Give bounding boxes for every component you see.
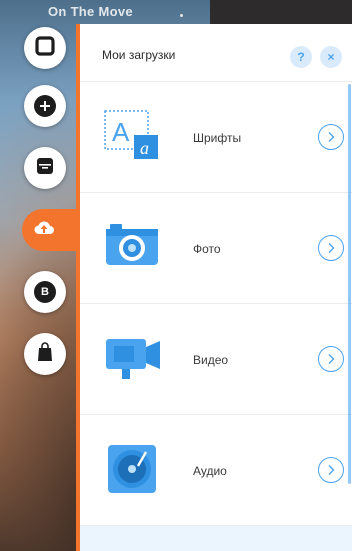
upload-category-photo[interactable]: Фото — [80, 193, 352, 304]
close-button[interactable]: × — [320, 46, 342, 68]
toolbar-button-my-uploads[interactable] — [22, 209, 84, 251]
blog-b-icon: B — [34, 281, 56, 303]
plus-icon — [34, 95, 56, 117]
upload-category-label: Аудио — [193, 464, 227, 478]
my-uploads-panel: Мои загрузки ? × A a Шрифты Фото Видео А… — [80, 24, 352, 551]
panel-header: Мои загрузки ? × — [80, 24, 352, 82]
upload-category-label: Шрифты — [193, 131, 242, 145]
toolbar-button-pages[interactable] — [24, 27, 66, 69]
panel-title: Мои загрузки — [102, 48, 176, 62]
top-bar-dark-area — [210, 0, 352, 24]
archive-box-icon — [35, 156, 55, 181]
top-bar-dot — [180, 14, 183, 17]
toolbar-button-store[interactable] — [24, 333, 66, 375]
chevron-right-icon[interactable] — [318, 457, 344, 483]
help-button[interactable]: ? — [290, 46, 312, 68]
upload-category-video[interactable]: Видео — [80, 304, 352, 415]
square-outline-icon — [34, 35, 56, 62]
upload-category-audio[interactable]: Аудио — [80, 415, 352, 526]
chevron-right-icon[interactable] — [318, 235, 344, 261]
toolbar-button-add[interactable] — [24, 85, 66, 127]
chevron-right-icon[interactable] — [318, 124, 344, 150]
camera-icon — [102, 220, 164, 276]
upload-category-label: Видео — [193, 353, 229, 367]
panel-footer — [80, 526, 352, 551]
font-icon: A a — [102, 109, 164, 165]
svg-text:a: a — [140, 138, 149, 158]
toolbar-button-blog[interactable]: B — [24, 271, 66, 313]
shopping-bag-icon — [35, 341, 55, 368]
left-toolbar: B — [0, 24, 84, 551]
chevron-right-icon[interactable] — [318, 346, 344, 372]
vinyl-record-icon — [102, 442, 164, 498]
cloud-upload-icon — [33, 219, 55, 242]
video-camera-icon — [102, 331, 164, 387]
upload-category-fonts[interactable]: A a Шрифты — [80, 82, 352, 193]
upload-category-label: Фото — [193, 242, 221, 256]
panel-scrollbar[interactable] — [348, 84, 351, 484]
svg-text:A: A — [112, 117, 130, 147]
toolbar-button-app-market[interactable] — [24, 147, 66, 189]
site-title: On The Move — [48, 4, 133, 19]
